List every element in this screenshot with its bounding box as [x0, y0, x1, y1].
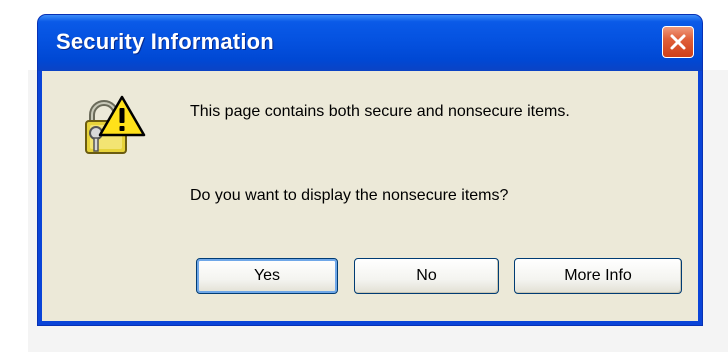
message-question: Do you want to display the nonsecure ite…	[190, 187, 509, 204]
security-information-dialog: Security Information This page contains …	[38, 15, 702, 325]
more-info-button[interactable]: More Info	[514, 258, 682, 294]
close-button[interactable]	[662, 26, 694, 58]
title-bar[interactable]: Security Information	[38, 15, 702, 71]
security-lock-warning-icon	[85, 95, 146, 154]
no-button[interactable]: No	[354, 258, 499, 294]
dialog-title: Security Information	[56, 29, 274, 54]
close-icon	[670, 34, 686, 50]
yes-button[interactable]: Yes	[196, 258, 338, 294]
dialog-body: This page contains both secure and nonse…	[42, 71, 698, 321]
message-primary: This page contains both secure and nonse…	[190, 103, 570, 120]
